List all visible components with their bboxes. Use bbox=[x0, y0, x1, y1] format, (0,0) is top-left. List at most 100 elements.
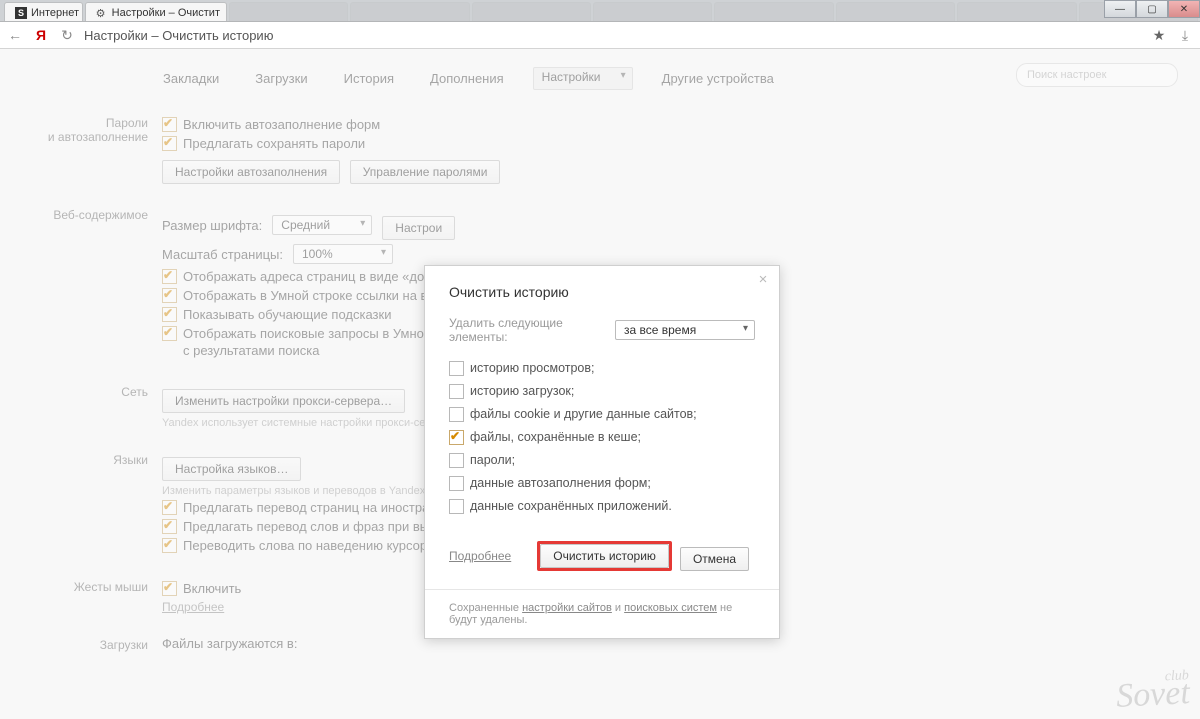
section-label: Веб-содержимое bbox=[0, 206, 162, 361]
minimize-button[interactable]: — bbox=[1104, 0, 1136, 18]
checkbox-passwords[interactable]: пароли; bbox=[449, 452, 755, 469]
checkbox-icon bbox=[162, 581, 177, 596]
time-range-select[interactable]: за все время bbox=[615, 320, 755, 340]
tab-strip: S Интернет Настройки – Очистит × — ▢ ✕ bbox=[0, 0, 1200, 22]
close-dialog-icon[interactable]: × bbox=[755, 272, 771, 288]
close-window-button[interactable]: ✕ bbox=[1168, 0, 1200, 18]
font-size-select[interactable]: Средний bbox=[272, 215, 372, 235]
checkbox-icon bbox=[162, 500, 177, 515]
settings-search-input[interactable]: Поиск настроек bbox=[1016, 63, 1178, 87]
gear-icon bbox=[96, 7, 108, 19]
tab-internet[interactable]: S Интернет bbox=[4, 2, 83, 22]
checkbox-icon bbox=[449, 453, 464, 468]
cancel-button[interactable]: Отмена bbox=[680, 547, 749, 571]
checkbox-app-data[interactable]: данные сохранённых приложений. bbox=[449, 498, 755, 515]
download-icon[interactable]: ⤓ bbox=[1176, 27, 1194, 44]
checkbox-label: пароли; bbox=[470, 452, 515, 469]
checkbox-autofill-data[interactable]: данные автозаполнения форм; bbox=[449, 475, 755, 492]
dialog-footer: Сохраненные настройки сайтов и поисковых… bbox=[425, 589, 779, 638]
clear-history-button[interactable]: Очистить историю bbox=[540, 544, 669, 568]
autofill-settings-button[interactable]: Настройки автозаполнения bbox=[162, 160, 340, 184]
fonts-settings-button[interactable]: Настрои bbox=[382, 216, 455, 240]
checkbox-icon bbox=[449, 407, 464, 422]
watermark-top: club bbox=[1115, 668, 1189, 688]
font-size-label: Размер шрифта: bbox=[162, 218, 262, 233]
section-label: Сеть bbox=[0, 383, 162, 429]
nav-other-devices[interactable]: Другие устройства bbox=[655, 67, 781, 90]
language-settings-button[interactable]: Настройка языков… bbox=[162, 457, 301, 481]
clear-history-dialog: × Очистить историю Удалить следующие эле… bbox=[424, 265, 780, 639]
checkbox-label: файлы cookie и другие данные сайтов; bbox=[470, 406, 697, 423]
tab-blurred[interactable] bbox=[472, 2, 591, 22]
checkbox-icon bbox=[162, 538, 177, 553]
checkbox-cookies[interactable]: файлы cookie и другие данные сайтов; bbox=[449, 406, 755, 423]
mouse-more-link[interactable]: Подробнее bbox=[162, 600, 224, 614]
section-label: Языки bbox=[0, 451, 162, 556]
checkbox-autofill[interactable]: Включить автозаполнение форм bbox=[162, 116, 1200, 133]
favicon-s: S bbox=[15, 7, 27, 19]
tab-blurred[interactable] bbox=[957, 2, 1076, 22]
checkbox-label: Включить bbox=[183, 580, 241, 597]
nav-history[interactable]: История bbox=[337, 67, 401, 90]
tab-blurred[interactable] bbox=[714, 2, 833, 22]
nav-bookmarks[interactable]: Закладки bbox=[156, 67, 226, 90]
search-placeholder: Поиск настроек bbox=[1027, 69, 1106, 81]
checkbox-label: историю просмотров; bbox=[470, 360, 595, 377]
nav-downloads[interactable]: Загрузки bbox=[248, 67, 314, 90]
proxy-settings-button[interactable]: Изменить настройки прокси-сервера… bbox=[162, 389, 405, 413]
dialog-more-link[interactable]: Подробнее bbox=[449, 549, 511, 563]
watermark: club Sovet bbox=[1115, 668, 1191, 716]
section-passwords: Пароли и автозаполнение Включить автозап… bbox=[0, 100, 1200, 192]
checkbox-label: файлы, сохранённые в кеше; bbox=[470, 429, 641, 446]
tab-blurred[interactable] bbox=[836, 2, 955, 22]
address-bar: ← Я ↻ Настройки – Очистить историю ★ ⤓ bbox=[0, 22, 1200, 49]
checkbox-label: данные сохранённых приложений. bbox=[470, 498, 672, 515]
checkbox-icon bbox=[449, 430, 464, 445]
tab-blurred[interactable] bbox=[229, 2, 348, 22]
footer-text: и bbox=[612, 602, 624, 614]
checkbox-label: историю загрузок; bbox=[470, 383, 574, 400]
checkbox-label: Показывать обучающие подсказки bbox=[183, 306, 391, 323]
checkbox-label: данные автозаполнения форм; bbox=[470, 475, 651, 492]
section-label: Загрузки bbox=[0, 636, 162, 652]
checkbox-icon bbox=[449, 384, 464, 399]
checkbox-icon bbox=[162, 117, 177, 132]
checkbox-label: Предлагать сохранять пароли bbox=[183, 135, 365, 152]
clear-history-highlight: Очистить историю bbox=[537, 541, 672, 571]
checkbox-icon bbox=[449, 361, 464, 376]
star-icon[interactable]: ★ bbox=[1150, 27, 1168, 44]
checkbox-icon bbox=[162, 136, 177, 151]
delete-range-label: Удалить следующие элементы: bbox=[449, 316, 605, 344]
checkbox-download-history[interactable]: историю загрузок; bbox=[449, 383, 755, 400]
search-engines-link[interactable]: поисковых систем bbox=[624, 602, 717, 614]
password-manage-button[interactable]: Управление паролями bbox=[350, 160, 501, 184]
tab-blurred[interactable] bbox=[593, 2, 712, 22]
maximize-button[interactable]: ▢ bbox=[1136, 0, 1168, 18]
site-settings-link[interactable]: настройки сайтов bbox=[522, 602, 612, 614]
nav-settings[interactable]: Настройки bbox=[533, 67, 633, 90]
checkbox-icon bbox=[162, 269, 177, 284]
window-buttons: — ▢ ✕ bbox=[1104, 0, 1200, 18]
download-path-label: Файлы загружаются в: bbox=[162, 636, 297, 651]
tab-settings[interactable]: Настройки – Очистит × bbox=[85, 2, 227, 22]
reload-icon[interactable]: ↻ bbox=[58, 27, 76, 44]
zoom-select[interactable]: 100% bbox=[293, 244, 393, 264]
address-text[interactable]: Настройки – Очистить историю bbox=[84, 28, 1142, 43]
checkbox-label: Включить автозаполнение форм bbox=[183, 116, 380, 133]
checkbox-icon bbox=[162, 326, 177, 341]
checkbox-savepw[interactable]: Предлагать сохранять пароли bbox=[162, 135, 1200, 152]
watermark-main: Sovet bbox=[1116, 674, 1191, 715]
section-label: Жесты мыши bbox=[0, 578, 162, 614]
tab-blurred[interactable] bbox=[350, 2, 469, 22]
checkbox-icon bbox=[449, 499, 464, 514]
checkbox-icon bbox=[162, 519, 177, 534]
footer-text: Сохраненные bbox=[449, 602, 522, 614]
checkbox-history[interactable]: историю просмотров; bbox=[449, 360, 755, 377]
tab-label: Интернет bbox=[31, 7, 79, 19]
checkbox-cache[interactable]: файлы, сохранённые в кеше; bbox=[449, 429, 755, 446]
back-icon[interactable]: ← bbox=[6, 27, 24, 43]
checkbox-icon bbox=[162, 288, 177, 303]
nav-addons[interactable]: Дополнения bbox=[423, 67, 511, 90]
dialog-title: Очистить историю bbox=[449, 284, 755, 300]
yandex-logo-icon[interactable]: Я bbox=[32, 27, 50, 43]
